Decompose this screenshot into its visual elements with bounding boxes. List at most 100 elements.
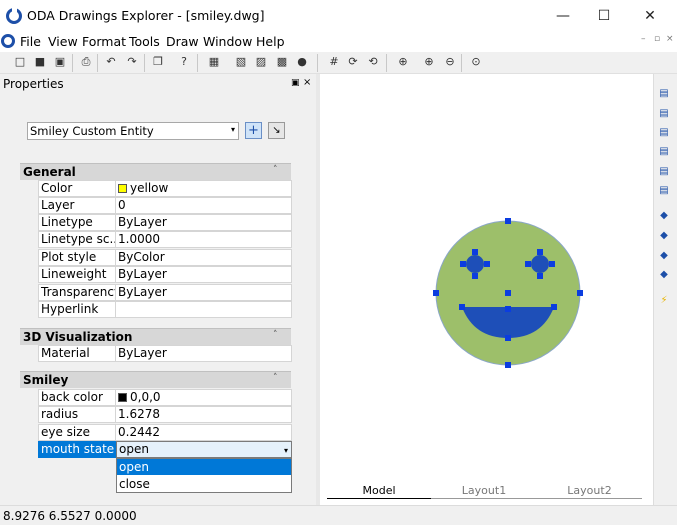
toolbar-separator	[386, 54, 387, 72]
property-value[interactable]: ByLayer	[116, 266, 292, 283]
section-3d-visualization[interactable]: 3D Visualization ˄	[20, 328, 291, 345]
property-value[interactable]: 1.0000	[116, 231, 292, 248]
property-value[interactable]: 0	[116, 197, 292, 214]
property-row-radius[interactable]: radius 1.6278	[38, 406, 292, 423]
smiley-drawing[interactable]	[320, 74, 653, 505]
help-icon[interactable]: ?	[176, 55, 192, 69]
property-row-hyperlink[interactable]: Hyperlink	[38, 301, 292, 318]
property-value[interactable]: yellow	[116, 180, 292, 197]
zoom-window-icon[interactable]: ⊕	[395, 55, 411, 69]
property-row-material[interactable]: Material ByLayer	[38, 345, 292, 362]
dropdown-option-close[interactable]: close	[117, 476, 291, 492]
sphere-icon[interactable]: ●	[294, 55, 310, 69]
cube-back-icon[interactable]: ▨	[253, 55, 269, 69]
collapse-icon[interactable]: ˄	[273, 373, 278, 383]
property-row-linetype-scale[interactable]: Linetype sc... 1.0000	[38, 231, 292, 248]
open-icon[interactable]: ■	[32, 55, 48, 69]
property-name: mouth state	[38, 441, 116, 458]
mdi-close-button[interactable]: ×	[666, 34, 674, 44]
menu-file[interactable]: File	[20, 34, 41, 49]
tab-model[interactable]: Model	[327, 483, 431, 499]
property-row-mouth-state[interactable]: mouth state open ▾	[38, 441, 292, 458]
new-icon[interactable]: □	[12, 55, 28, 69]
zoom-out-icon[interactable]: ⊖	[442, 55, 458, 69]
property-row-color[interactable]: Color yellow	[38, 180, 292, 197]
chevron-down-icon[interactable]: ▾	[284, 443, 288, 457]
dropdown-option-open[interactable]: open	[117, 459, 291, 475]
pin-icon[interactable]: ▣	[291, 78, 300, 88]
property-value[interactable]	[116, 301, 292, 318]
property-value[interactable]: ByLayer	[116, 284, 292, 301]
document-icon[interactable]	[1, 34, 15, 48]
free-orbit-icon[interactable]: ⟲	[365, 55, 381, 69]
property-value[interactable]: 0,0,0	[116, 389, 292, 406]
property-row-back-color[interactable]: back color 0,0,0	[38, 389, 292, 406]
select-objects-button[interactable]: ↘	[268, 122, 285, 139]
cube-front-icon[interactable]: ▧	[233, 55, 249, 69]
left-eye[interactable]	[466, 255, 484, 273]
right-eye[interactable]	[531, 255, 549, 273]
save-icon[interactable]: ▣	[52, 55, 68, 69]
iso-nw-icon[interactable]: ◆	[657, 268, 671, 282]
view-bottom-icon[interactable]: ▤	[657, 107, 671, 121]
section-general[interactable]: General ˄	[20, 163, 291, 180]
close-button[interactable]: ✕	[627, 0, 673, 32]
render-icon[interactable]: ▦	[206, 55, 222, 69]
menu-format[interactable]: Format	[82, 34, 126, 49]
quick-select-button[interactable]: +	[245, 122, 262, 139]
menu-help[interactable]: Help	[256, 34, 285, 49]
property-name: Linetype sc...	[38, 231, 116, 248]
property-row-lineweight[interactable]: Lineweight ByLayer	[38, 266, 292, 283]
property-value[interactable]: 1.6278	[116, 406, 292, 423]
orbit-icon[interactable]: ⟳	[345, 55, 361, 69]
section-title: 3D Visualization	[23, 330, 133, 344]
property-value[interactable]: 0.2442	[116, 424, 292, 441]
redo-icon[interactable]: ↷	[124, 55, 140, 69]
properties-close-button[interactable]: ×	[303, 77, 311, 88]
properties-title: Properties	[3, 77, 64, 91]
property-value-text: yellow	[130, 181, 169, 195]
entity-selector[interactable]: Smiley Custom Entity ▾	[27, 122, 239, 140]
section-title: General	[23, 165, 76, 179]
iso-ne-icon[interactable]: ◆	[657, 249, 671, 263]
zoom-in-icon[interactable]: ⊕	[421, 55, 437, 69]
property-name: Transparency	[38, 284, 116, 301]
snap-icon[interactable]: #	[326, 55, 342, 69]
property-value[interactable]: ByColor	[116, 249, 292, 266]
menu-draw[interactable]: Draw	[166, 34, 199, 49]
maximize-button[interactable]: ☐	[581, 0, 627, 32]
view-front-icon[interactable]: ▤	[657, 165, 671, 179]
view-back-icon[interactable]: ▤	[657, 184, 671, 198]
property-row-eye-size[interactable]: eye size 0.2442	[38, 424, 292, 441]
drawing-viewport[interactable]	[320, 74, 653, 505]
mdi-restore-button[interactable]: ▫	[654, 34, 660, 44]
property-value[interactable]: ByLayer	[116, 345, 292, 362]
property-row-plot-style[interactable]: Plot style ByColor	[38, 249, 292, 266]
lightning-icon[interactable]: ⚡	[657, 294, 671, 308]
iso-se-icon[interactable]: ◆	[657, 229, 671, 243]
menu-window[interactable]: Window	[203, 34, 252, 49]
view-left-icon[interactable]: ▤	[657, 126, 671, 140]
property-value[interactable]: ByLayer	[116, 214, 292, 231]
property-row-transparency[interactable]: Transparency ByLayer	[38, 284, 292, 301]
section-smiley[interactable]: Smiley ˄	[20, 371, 291, 388]
undo-icon[interactable]: ↶	[103, 55, 119, 69]
collapse-icon[interactable]: ˄	[273, 330, 278, 340]
minimize-button[interactable]: —	[540, 0, 586, 32]
iso-sw-icon[interactable]: ◆	[657, 209, 671, 223]
zoom-extents-icon[interactable]: ⊙	[468, 55, 484, 69]
menu-view[interactable]: View	[48, 34, 78, 49]
cube-iso-icon[interactable]: ▩	[274, 55, 290, 69]
view-right-icon[interactable]: ▤	[657, 145, 671, 159]
property-row-layer[interactable]: Layer 0	[38, 197, 292, 214]
mdi-minimize-button[interactable]: –	[641, 34, 646, 44]
tab-layout1[interactable]: Layout1	[431, 483, 537, 499]
menu-tools[interactable]: Tools	[129, 34, 160, 49]
print-icon[interactable]: ⎙	[78, 55, 94, 69]
view-top-icon[interactable]: ▤	[657, 87, 671, 101]
copy-icon[interactable]: ❐	[150, 55, 166, 69]
property-row-linetype[interactable]: Linetype ByLayer	[38, 214, 292, 231]
tab-layout2[interactable]: Layout2	[537, 483, 642, 499]
collapse-icon[interactable]: ˄	[273, 165, 278, 175]
mouth-state-select[interactable]: open ▾	[116, 441, 292, 458]
